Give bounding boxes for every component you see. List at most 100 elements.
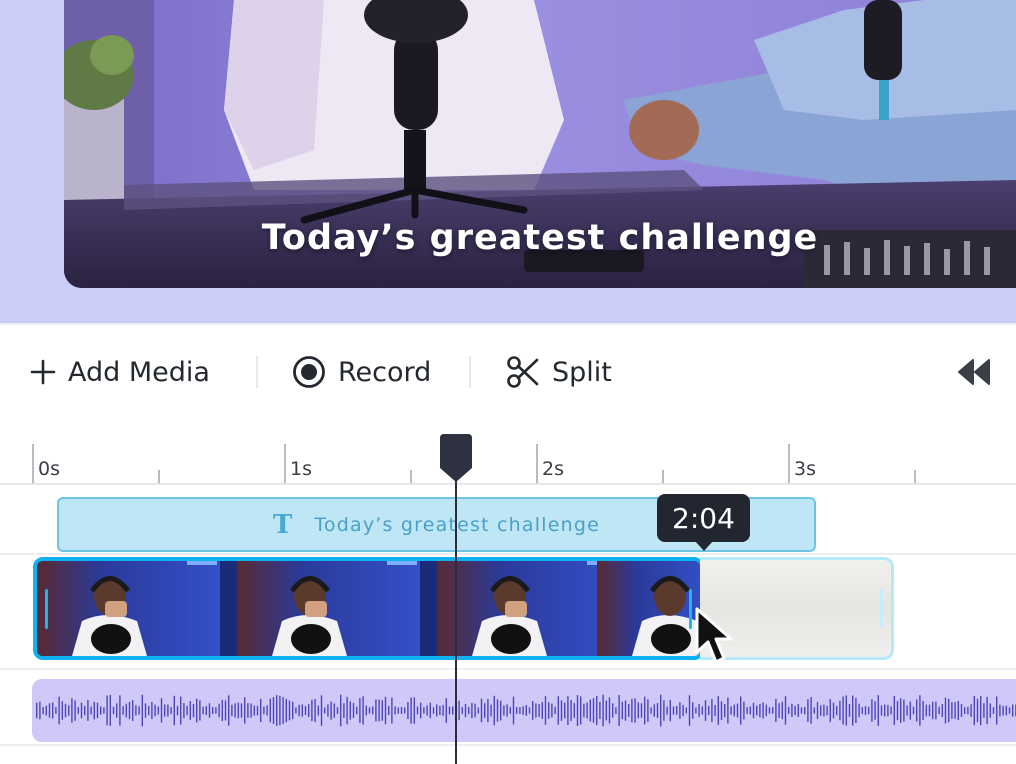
waveform-bar [394,706,396,715]
waveform-bar [250,703,252,718]
video-clip[interactable] [33,557,704,660]
waveform-bar [730,706,732,715]
waveform-bar [240,703,243,718]
add-media-button[interactable]: Add Media [30,352,210,392]
audio-track[interactable] [32,679,1016,742]
waveform-bar [666,706,668,715]
waveform-bar [756,705,758,716]
waveform-bar [794,705,796,716]
waveform-bar [480,698,483,723]
timeline-ruler[interactable]: 0s 1s 2s 3s [0,440,1016,486]
waveform-bar [55,707,57,714]
waveform-bar [717,696,719,725]
waveform-bar [128,701,131,720]
waveform-bar [868,706,870,715]
ruler-tick [410,470,412,484]
waveform-bar [308,704,310,717]
waveform-bar [589,699,591,722]
waveform-bar [532,701,534,720]
waveform-bar [391,697,393,724]
waveform-bar [746,707,748,714]
video-preview[interactable]: Today’s greatest challenge [64,0,1016,288]
waveform-bar [711,699,713,723]
waveform-bar [996,696,998,725]
record-button[interactable]: Record [292,352,431,392]
waveform-bar [864,706,867,715]
waveform-bar [100,706,102,715]
clip-left-handle[interactable] [45,589,48,629]
split-button[interactable]: Split [506,352,612,392]
rewind-button[interactable] [956,358,992,390]
playhead-handle[interactable] [440,434,472,486]
waveform-bar [807,699,809,722]
ruler-label: 1s [290,458,312,480]
waveform-bar [388,705,390,716]
waveform-bar [903,699,905,722]
waveform-bar [832,702,835,719]
waveform-bar [752,702,755,719]
waveform-bar [407,702,409,719]
waveform-bar [759,703,761,718]
waveform-bar [445,698,447,723]
waveform-bar [77,707,79,714]
waveform-bar [816,702,819,719]
waveform-bar [176,705,179,716]
toolbar-separator [469,356,471,388]
video-thumbnails [37,561,700,656]
waveform-bar [164,704,166,717]
waveform-bar [842,696,844,725]
waveform-bar [160,698,163,723]
waveform-bar [135,705,137,716]
ghost-clip-handle[interactable] [880,588,883,628]
waveform-bar [714,705,716,716]
waveform-bar [852,695,854,726]
waveform-bar [1008,707,1011,714]
waveform-bar [196,698,198,723]
waveform-bar [541,702,543,719]
waveform-bar [125,703,127,718]
waveform-bar [180,696,182,725]
waveform-bar [925,704,927,717]
waveform-bar [208,703,211,718]
waveform-bar [634,698,636,723]
waveform-bar [660,694,662,727]
waveform-bar [503,705,505,716]
waveform-bar [698,704,700,717]
waveform-bar [167,704,169,717]
waveform-bar [109,695,111,726]
waveform-bar [247,703,249,718]
ruler-tick [158,470,160,484]
waveform-bar [973,695,975,726]
waveform-bar [839,700,841,721]
waveform-bar [893,695,895,725]
waveform-bar [701,706,703,715]
waveform-bar [116,703,118,718]
waveform-bar [487,699,489,722]
waveform-bar [260,698,262,723]
waveform-bar [199,700,201,721]
waveform-bar [820,705,822,716]
playhead-line [455,470,457,764]
ruler-tick [32,444,34,484]
waveform-bar [426,705,428,716]
waveform-bar [919,695,921,726]
waveform-bar [791,703,793,718]
waveform-bar [317,705,319,716]
timeline-toolbar: Add Media Record Split [0,340,1016,408]
waveform-bar [231,704,233,717]
waveform-bar [516,707,518,714]
waveform-bar [452,706,454,715]
waveform-bar [948,698,950,723]
waveform-bar [669,700,671,722]
waveform-bar [122,706,124,715]
waveform-bar [269,698,271,723]
waveform-bar [999,704,1001,717]
waveform-bar [320,695,323,726]
waveform-bar [375,699,377,722]
waveform-bar [61,701,63,720]
waveform-bar [941,704,943,717]
waveform-bar [141,694,143,727]
waveform-bar [285,698,287,723]
waveform-bar [554,706,556,715]
clip-right-handle[interactable] [689,589,692,629]
